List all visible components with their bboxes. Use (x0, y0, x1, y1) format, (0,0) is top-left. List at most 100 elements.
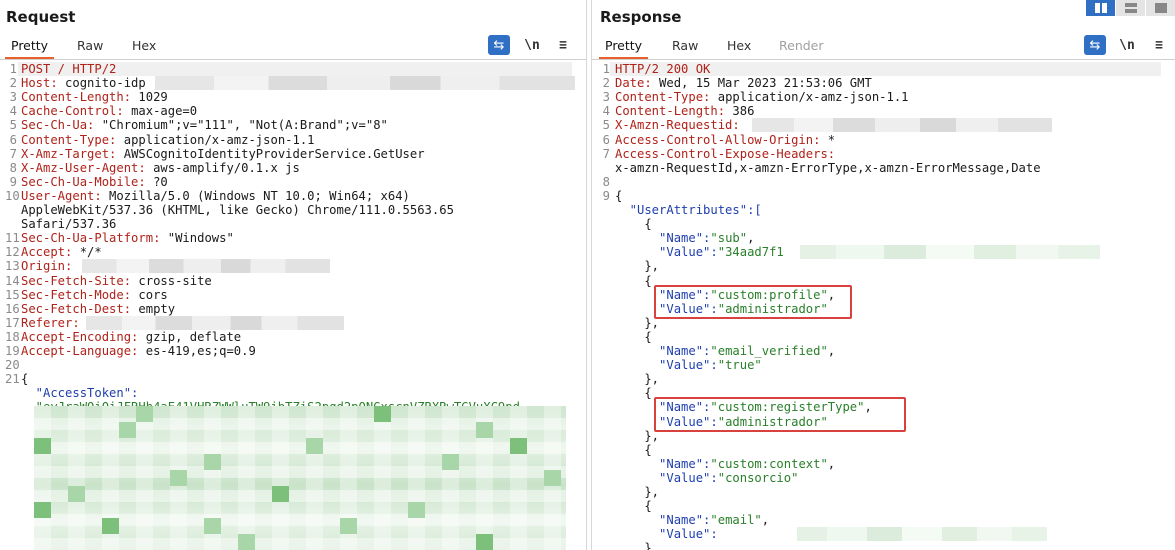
redacted-token-cell (340, 518, 357, 534)
code-line: Sec-Ch-Ua-Platform: "Windows" (21, 231, 234, 245)
header-value: } (615, 541, 652, 550)
header-value: max-age=0 (123, 104, 198, 119)
header-name: Sec-Fetch-Dest: (21, 301, 132, 316)
header-value: }, (615, 259, 660, 274)
newline-toggle-icon[interactable]: \n (1116, 35, 1138, 55)
line-number: 21 (5, 372, 20, 387)
header-name: Sec-Ch-Ua-Platform: (21, 231, 161, 246)
header-value: }, (615, 315, 660, 330)
request-tab-pretty[interactable]: Pretty (4, 38, 55, 59)
json-key: "Name": (615, 513, 711, 528)
line-number: 11 (5, 231, 20, 246)
header-value: 386 (725, 104, 755, 119)
header-value: application/x-amz-json-1.1 (710, 90, 909, 105)
json-value: "email" (710, 513, 762, 528)
response-tab-raw[interactable]: Raw (672, 38, 698, 53)
line-number: 10 (5, 188, 20, 203)
code-line: "Value":"true" (615, 358, 762, 372)
code-line: Access-Control-Expose-Headers: (615, 147, 835, 161)
line-number: 7 (9, 146, 17, 161)
header-value: "Windows" (160, 231, 234, 246)
line-number: 4 (602, 104, 610, 119)
json-punct: , (747, 231, 755, 246)
header-name: Access-Control-Expose-Headers: (615, 146, 836, 161)
header-value: Mozilla/5.0 (Windows NT 10.0; Win64; x64… (101, 188, 410, 203)
header-value: }, (615, 372, 660, 387)
response-tab-pretty[interactable]: Pretty (598, 38, 649, 59)
line-number: 5 (602, 118, 610, 133)
menu-icon[interactable]: ≡ (1148, 35, 1170, 55)
redacted-token-cell (510, 438, 527, 454)
header-name: Accept-Language: (21, 344, 139, 358)
line-number: 8 (9, 160, 17, 175)
code-line: "Name":"custom:context", (615, 457, 835, 471)
code-line: Safari/537.36 (21, 217, 116, 231)
request-editor[interactable]: 1 POST / HTTP/2 2 Host: cognito-idp 3 Content… (0, 60, 586, 550)
line-number: 1 (9, 62, 17, 76)
header-name: Referer: (21, 315, 80, 330)
code-line: Content-Type: application/x-amz-json-1.1 (21, 133, 315, 147)
redacted-token-cell (408, 502, 425, 518)
request-tab-raw[interactable]: Raw (77, 38, 103, 53)
newline-toggle-icon[interactable]: \n (521, 35, 543, 55)
json-value: "true" (717, 358, 762, 373)
json-punct: , (761, 513, 770, 528)
line-number: 8 (602, 174, 610, 189)
code-line: POST / HTTP/2 (21, 62, 116, 76)
word-wrap-icon[interactable]: ⇆ (488, 35, 510, 55)
line-number: 14 (5, 273, 20, 288)
header-name: Sec-Fetch-Mode: (21, 287, 132, 302)
json-value: "34aad7f1 (717, 245, 784, 260)
redacted-token-cell (204, 454, 221, 470)
code-line: { (615, 330, 651, 344)
highlight-box-custom-profile (654, 284, 852, 319)
json-key: "UserAttributes":[ (615, 203, 762, 217)
code-line: "Value":"consorcio" (615, 471, 798, 485)
json-key: "Name": (615, 456, 711, 471)
line-number: 2 (602, 76, 610, 91)
layout-side-by-side-icon[interactable] (1085, 0, 1115, 16)
line-number: 9 (602, 188, 610, 203)
layout-tabs-icon[interactable] (1145, 0, 1175, 16)
redacted-token-cell (306, 438, 323, 454)
code-line: }, (615, 485, 659, 499)
code-line: }, (615, 429, 659, 443)
header-name: Accept: (21, 245, 73, 260)
code-line: Content-Length: 1029 (21, 90, 168, 104)
highlight-box-custom-registertype (654, 397, 906, 432)
header-value: AWSCognitoIdentityProviderService.GetUse… (116, 146, 425, 161)
json-value: "email_verified" (710, 344, 828, 358)
code-line: Host: cognito-idp (21, 76, 146, 90)
code-line: Sec-Ch-Ua-Mobile: ?0 (21, 175, 168, 189)
json-value: "sub" (710, 231, 748, 246)
line-number: 1 (602, 62, 610, 76)
header-name: Content-Type: (21, 132, 117, 147)
code-line: Cache-Control: max-age=0 (21, 104, 197, 118)
line-number: 12 (5, 245, 20, 260)
redacted-sub (800, 245, 1100, 260)
code-line: { (615, 274, 651, 288)
response-tab-render[interactable]: Render (779, 38, 824, 53)
layout-stacked-icon[interactable] (1115, 0, 1145, 16)
response-title: Response (600, 8, 682, 26)
response-tab-hex[interactable]: Hex (727, 38, 751, 53)
code-line: HTTP/2 200 OK (615, 62, 710, 76)
code-line: { (615, 217, 651, 231)
word-wrap-icon[interactable]: ⇆ (1084, 35, 1106, 55)
menu-icon[interactable]: ≡ (552, 35, 574, 55)
redacted-token-cell (374, 406, 391, 422)
line-number: 6 (602, 132, 610, 147)
code-line: X-Amz-Target: AWSCognitoIdentityProvider… (21, 147, 425, 161)
request-tab-hex[interactable]: Hex (132, 38, 156, 53)
line-number: 18 (5, 329, 20, 344)
header-value: * (820, 132, 836, 147)
line-number: 13 (5, 259, 20, 274)
line-number: 20 (5, 358, 20, 373)
header-name: HTTP/2 200 OK (615, 62, 711, 76)
line-number: 5 (9, 118, 17, 133)
line-number: 3 (602, 90, 610, 105)
response-tabs: Pretty Raw Hex Render ⇆ \n ≡ (592, 34, 1175, 60)
header-name: User-Agent: (21, 188, 102, 203)
response-editor[interactable]: 1 HTTP/2 200 OK 2 Date: Wed, 15 Mar 2023 21… (592, 60, 1175, 550)
json-value: "consorcio" (717, 470, 799, 485)
